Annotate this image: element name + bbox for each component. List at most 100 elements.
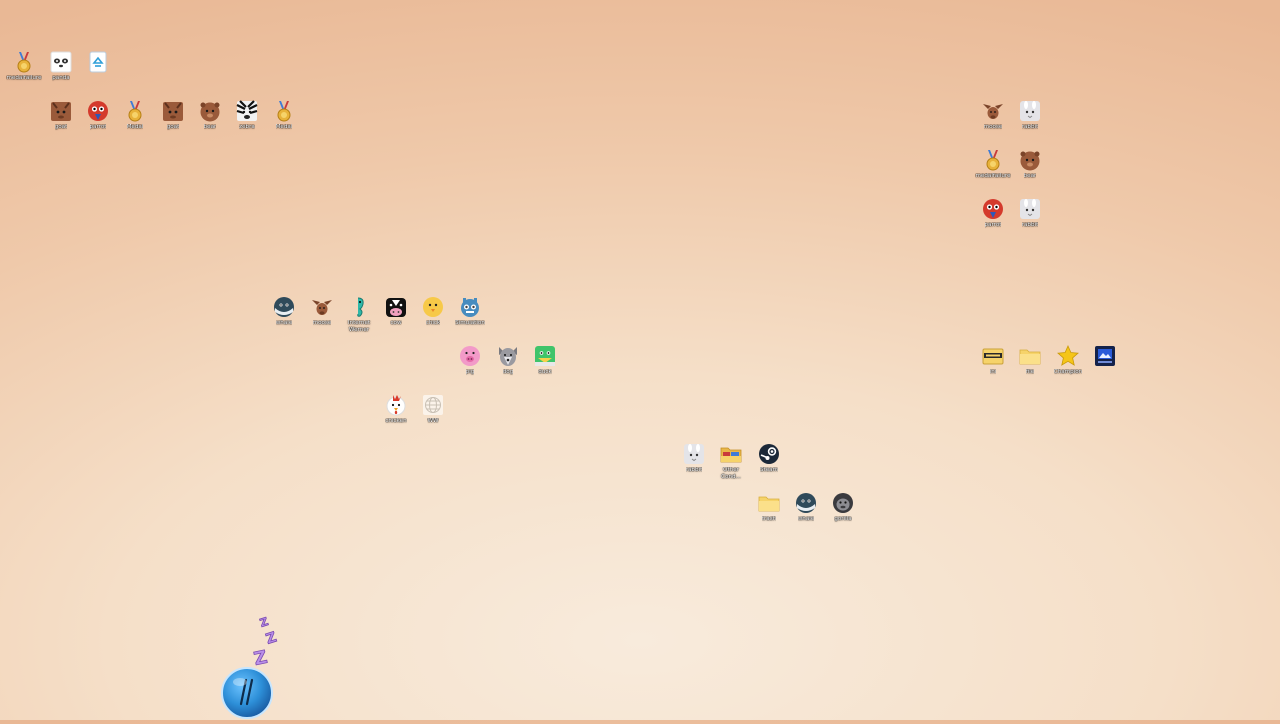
desktop-icon[interactable]: whale [266, 296, 302, 327]
pig-icon [459, 345, 481, 367]
medal-icon [982, 149, 1004, 171]
desktop-icon-label: parrot [984, 222, 1002, 228]
desktop-icon[interactable]: rabbit [676, 443, 712, 474]
goat-icon [162, 100, 184, 122]
svg-text:Z: Z [264, 629, 279, 647]
desktop-icon[interactable]: file [1012, 345, 1048, 376]
desktop-icon[interactable]: rabbit [1012, 198, 1048, 229]
desktop-icon[interactable]: ini [975, 345, 1011, 376]
desktop-icon-label: dog [502, 369, 514, 375]
desktop-icon-label: Steam [759, 467, 779, 473]
medal-icon [124, 100, 146, 122]
duck-icon [534, 345, 556, 367]
desktop-icon[interactable]: panda [43, 51, 79, 82]
rabbit-icon [683, 443, 705, 465]
desktop-icon[interactable]: medalfailure [975, 149, 1011, 180]
desktop-icon-label: bear [203, 124, 217, 130]
parrot-icon [87, 100, 109, 122]
desktop-icon-label: chick [425, 320, 441, 326]
folder-icon [758, 492, 780, 514]
desktop-icon-label: Medal [275, 124, 293, 130]
folder-icon [1019, 345, 1041, 367]
desktop-icon[interactable] [80, 51, 116, 75]
desktop-icon[interactable]: parrot [80, 100, 116, 131]
cow-icon [385, 296, 407, 318]
folder-stack-icon [720, 443, 742, 465]
desktop-icon-label: Medal [126, 124, 144, 130]
moose-icon [311, 296, 333, 318]
desktop-icon[interactable]: bear [192, 100, 228, 131]
sleep-zzz-icon: Z Z Z [248, 612, 292, 671]
desktop-icon[interactable] [1087, 345, 1123, 369]
desktop-icon-label: cow [390, 320, 402, 326]
gorilla-icon [832, 492, 854, 514]
goat-icon [50, 100, 72, 122]
desktop-icon[interactable]: chick [415, 296, 451, 327]
globe-icon [422, 394, 444, 416]
desktop-icon[interactable]: gorilla [825, 492, 861, 523]
desktop-icon[interactable]: moose [304, 296, 340, 327]
desktop-icon[interactable]: Medal [266, 100, 302, 131]
medal-icon [13, 51, 35, 73]
medal-icon [273, 100, 295, 122]
desktop-icon[interactable]: duck [527, 345, 563, 376]
bear-icon [199, 100, 221, 122]
desktop-icon[interactable]: whale [788, 492, 824, 523]
star-icon [1057, 345, 1079, 367]
desktop-icon[interactable]: medalfailure [6, 51, 42, 82]
desktop-icon[interactable]: Internet Werner [341, 296, 377, 333]
desktop-icon[interactable]: goat [155, 100, 191, 131]
desktop-icon[interactable]: moose [975, 100, 1011, 131]
desktop-icon-label: ini [989, 369, 997, 375]
desktop-icon-label: bear [1023, 173, 1037, 179]
sleep-widget-button[interactable] [220, 666, 274, 720]
desktop-icon[interactable]: parrot [975, 198, 1011, 229]
rabbit-icon [1019, 100, 1041, 122]
panda-icon [50, 51, 72, 73]
whale-icon [273, 296, 295, 318]
desktop-icon-label: trash [761, 516, 777, 522]
desktop-icon-label: moose [312, 320, 332, 326]
desktop-icon[interactable]: goat [43, 100, 79, 131]
godot-icon [459, 296, 481, 318]
desktop-icon[interactable]: Medal [117, 100, 153, 131]
desktop-icon-label: rabbit [1021, 222, 1039, 228]
ini-file-icon [982, 345, 1004, 367]
parrot-icon [982, 198, 1004, 220]
desktop-icon[interactable]: dog [490, 345, 526, 376]
desktop-icon-label: medalfailure [975, 173, 1011, 179]
desktop-icon-label: medalfailure [6, 75, 42, 81]
desktop-icon[interactable]: cow [378, 296, 414, 327]
zebra-icon [236, 100, 258, 122]
dog-icon [497, 345, 519, 367]
chick-icon [422, 296, 444, 318]
rabbit-icon [1019, 198, 1041, 220]
whale-icon [795, 492, 817, 514]
desktop-icon-label: Internet Werner [347, 320, 371, 333]
desktop-icon-label: moose [983, 124, 1003, 130]
chicken-icon [385, 394, 407, 416]
desktop-icon[interactable]: bear [1012, 149, 1048, 180]
svg-text:Z: Z [258, 615, 270, 630]
seahorse-icon [348, 296, 370, 318]
desktop-icon[interactable]: WW [415, 394, 451, 425]
desktop-icon[interactable]: trash [751, 492, 787, 523]
desktop-icon[interactable]: chicken [378, 394, 414, 425]
desktop-icon[interactable]: pig [452, 345, 488, 376]
desktop-icon[interactable]: Champion [1050, 345, 1086, 376]
recycle-bin-icon [87, 51, 109, 73]
desktop-icon-label: Other Cond... [721, 467, 741, 480]
desktop-icon-label: goat [54, 124, 68, 130]
desktop-icon-label: WW [427, 418, 439, 424]
desktop-icon[interactable]: Other Cond... [713, 443, 749, 480]
desktop-icon-label: file [1025, 369, 1035, 375]
desktop-icon[interactable]: rabbit [1012, 100, 1048, 131]
desktop-icon-label: panda [52, 75, 70, 81]
desktop-icon-label: rabbit [1021, 124, 1039, 130]
desktop-icon[interactable]: Steam [751, 443, 787, 474]
desktop-icon[interactable]: Simulation [452, 296, 488, 327]
desktop-icon[interactable]: zebra [229, 100, 265, 131]
desktop-icon-label: Champion [1053, 369, 1083, 375]
desktop-icon-label: chicken [385, 418, 407, 424]
desktop-icon-label: whale [797, 516, 815, 522]
